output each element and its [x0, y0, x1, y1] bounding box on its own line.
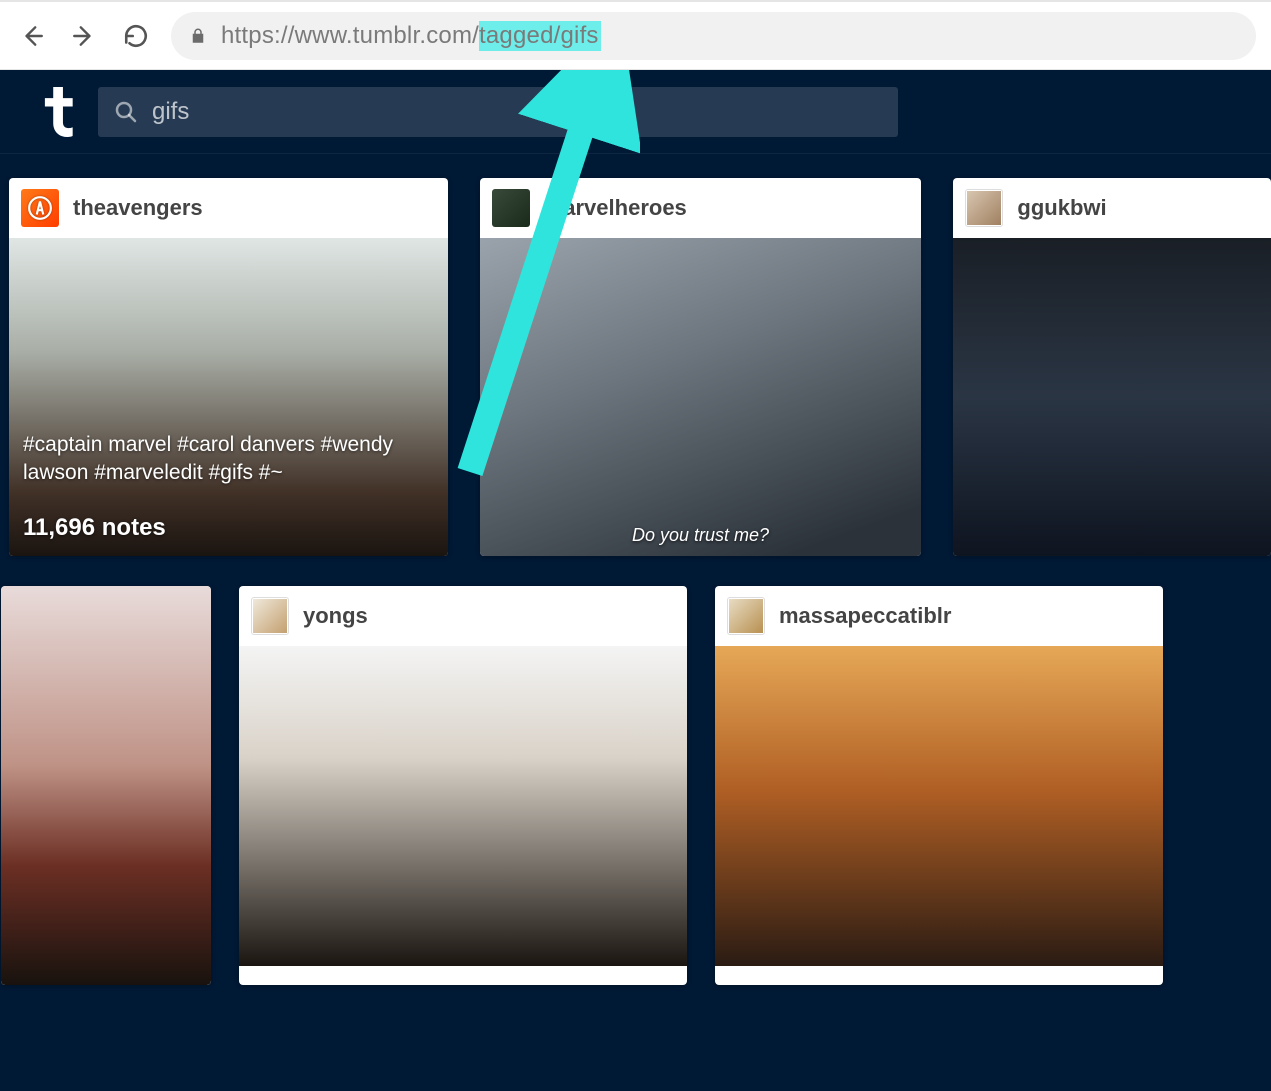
card-header: theavengers — [9, 178, 448, 238]
search-bar[interactable] — [98, 87, 898, 137]
post-card[interactable]: ggukbwi — [953, 178, 1271, 556]
tumblr-logo-icon[interactable] — [38, 86, 74, 138]
avatar[interactable] — [727, 597, 765, 635]
avatar[interactable] — [492, 189, 530, 227]
post-notes[interactable]: 11,696 notes — [23, 514, 434, 542]
username[interactable]: marvelheroes — [544, 195, 687, 221]
post-image[interactable] — [239, 646, 687, 966]
post-card[interactable] — [1, 586, 211, 985]
browser-toolbar: https://www.tumblr.com/tagged/gifs — [0, 0, 1271, 70]
search-icon — [114, 100, 138, 124]
url-highlight: tagged/gifs — [479, 21, 601, 51]
post-image[interactable]: #captain marvel #carol danvers #wendy la… — [9, 238, 448, 556]
username[interactable]: massapeccatiblr — [779, 603, 951, 629]
avatar[interactable] — [251, 597, 289, 635]
feed-row-1: theavengers #captain marvel #carol danve… — [0, 154, 1271, 556]
tumblr-app: theavengers #captain marvel #carol danve… — [0, 70, 1271, 1091]
lock-icon — [189, 26, 207, 46]
post-image[interactable] — [715, 646, 1163, 966]
post-image[interactable]: Do you trust me? — [480, 238, 922, 556]
card-header: yongs — [239, 586, 687, 646]
avatar[interactable] — [965, 189, 1003, 227]
url-text: https://www.tumblr.com/tagged/gifs — [221, 21, 601, 51]
search-input[interactable] — [152, 98, 882, 126]
back-button[interactable] — [15, 19, 49, 53]
avatar[interactable] — [21, 189, 59, 227]
image-caption: Do you trust me? — [480, 525, 922, 546]
username[interactable]: theavengers — [73, 195, 203, 221]
post-card[interactable]: yongs — [239, 586, 687, 985]
forward-button[interactable] — [67, 19, 101, 53]
url-prefix: https://www.tumblr.com/ — [221, 22, 479, 50]
address-bar[interactable]: https://www.tumblr.com/tagged/gifs — [171, 12, 1256, 60]
post-card[interactable]: marvelheroes Do you trust me? — [480, 178, 922, 556]
post-image[interactable] — [953, 238, 1271, 556]
post-card[interactable]: massapeccatiblr — [715, 586, 1163, 985]
card-header: massapeccatiblr — [715, 586, 1163, 646]
topbar — [0, 70, 1271, 154]
reload-button[interactable] — [119, 19, 153, 53]
post-image[interactable] — [1, 586, 211, 985]
username[interactable]: ggukbwi — [1017, 195, 1106, 221]
post-card[interactable]: theavengers #captain marvel #carol danve… — [9, 178, 448, 556]
username[interactable]: yongs — [303, 603, 368, 629]
card-header: marvelheroes — [480, 178, 922, 238]
feed-row-2: yongs massapeccatiblr — [0, 556, 1271, 985]
post-tags[interactable]: #captain marvel #carol danvers #wendy la… — [23, 431, 434, 486]
card-header: ggukbwi — [953, 178, 1271, 238]
